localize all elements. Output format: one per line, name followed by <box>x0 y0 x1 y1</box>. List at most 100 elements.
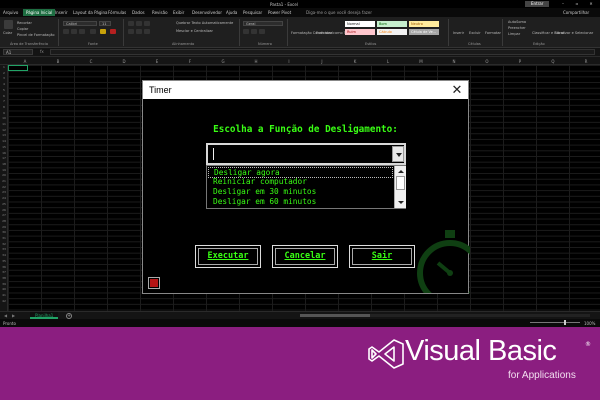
align-left-icon[interactable] <box>128 29 134 34</box>
row-header[interactable]: 35 <box>1 259 7 263</box>
zoom-slider[interactable] <box>530 320 580 325</box>
tab-dados[interactable]: Dados <box>132 10 145 15</box>
column-header[interactable]: N <box>449 59 459 64</box>
style-ruim[interactable]: Ruim <box>345 29 375 35</box>
tab-pagina-inicial[interactable]: Página Inicial <box>23 9 56 16</box>
row-header[interactable]: 9 <box>1 111 7 115</box>
column-header[interactable]: J <box>317 59 327 64</box>
insert-cells-button[interactable]: Inserir <box>453 31 464 35</box>
combo-dropdown-button[interactable] <box>392 146 404 162</box>
currency-icon[interactable] <box>243 29 249 34</box>
format-cells-button[interactable]: Formatar <box>485 31 501 35</box>
column-header[interactable]: O <box>482 59 492 64</box>
align-bottom-icon[interactable] <box>144 21 150 26</box>
maximize-icon[interactable]: ▫ <box>572 1 582 7</box>
font-color-icon[interactable] <box>110 29 116 34</box>
row-header[interactable]: 30 <box>1 230 7 234</box>
column-header[interactable]: E <box>152 59 162 64</box>
style-neutro[interactable]: Neutro <box>409 21 439 27</box>
shutdown-function-combobox[interactable] <box>206 143 406 165</box>
tell-me-search[interactable]: Diga-me o que você deseja fazer <box>306 10 372 15</box>
row-header[interactable]: 26 <box>1 208 7 212</box>
row-header[interactable]: 5 <box>1 88 7 92</box>
align-top-icon[interactable] <box>128 21 134 26</box>
row-header[interactable]: 32 <box>1 242 7 246</box>
font-size-select[interactable]: 11 <box>99 21 111 26</box>
borders-icon[interactable] <box>90 29 96 34</box>
row-header[interactable]: 29 <box>1 225 7 229</box>
execute-button[interactable]: Executar <box>195 245 261 268</box>
row-header[interactable]: 1 <box>1 65 7 69</box>
paste-icon[interactable] <box>4 20 13 29</box>
align-middle-icon[interactable] <box>136 21 142 26</box>
tab-power-pivot[interactable]: Power Pivot <box>268 10 291 15</box>
close-icon[interactable]: ✕ <box>586 1 596 7</box>
next-sheet-icon[interactable]: ▶ <box>12 313 15 318</box>
active-cell[interactable] <box>8 65 28 71</box>
shutdown-options-list[interactable]: Desligar agora Reiniciar computador Desl… <box>206 165 406 209</box>
font-name-select[interactable]: Calibri <box>63 21 97 26</box>
row-header[interactable]: 22 <box>1 185 7 189</box>
row-header[interactable]: 42 <box>1 299 7 303</box>
clear-button[interactable]: Limpar <box>508 32 520 36</box>
row-header[interactable]: 3 <box>1 76 7 80</box>
comma-icon[interactable] <box>259 29 265 34</box>
bold-icon[interactable] <box>63 29 69 34</box>
row-header[interactable]: 2 <box>1 71 7 75</box>
list-scrollbar[interactable] <box>394 166 406 208</box>
wrap-text-button[interactable]: Quebrar Texto Automaticamente <box>176 21 233 25</box>
tab-layout[interactable]: Layout da Página <box>73 10 107 15</box>
row-header[interactable]: 20 <box>1 173 7 177</box>
row-header[interactable]: 39 <box>1 282 7 286</box>
zoom-level[interactable]: 100% <box>584 321 595 326</box>
row-header[interactable]: 36 <box>1 265 7 269</box>
style-normal[interactable]: Normal <box>345 21 375 27</box>
column-header[interactable]: G <box>218 59 228 64</box>
column-header[interactable]: P <box>515 59 525 64</box>
row-header[interactable]: 4 <box>1 82 7 86</box>
minimize-icon[interactable]: – <box>558 1 568 7</box>
column-header[interactable]: H <box>251 59 261 64</box>
scroll-thumb[interactable] <box>300 314 370 317</box>
percent-icon[interactable] <box>251 29 257 34</box>
autosum-button[interactable]: AutoSoma <box>508 20 526 24</box>
italic-icon[interactable] <box>71 29 77 34</box>
tab-arquivo[interactable]: Arquivo <box>3 10 18 15</box>
row-header[interactable]: 41 <box>1 293 7 297</box>
fill-button[interactable]: Preencher <box>508 26 526 30</box>
list-item[interactable]: Reiniciar computador <box>213 177 307 186</box>
zoom-knob[interactable] <box>564 320 566 325</box>
row-header[interactable]: 34 <box>1 253 7 257</box>
horizontal-scrollbar[interactable] <box>300 314 590 317</box>
tab-exibir[interactable]: Exibir <box>173 10 184 15</box>
align-right-icon[interactable] <box>144 29 150 34</box>
prev-sheet-icon[interactable]: ◀ <box>4 313 7 318</box>
row-header[interactable]: 24 <box>1 196 7 200</box>
row-header[interactable]: 38 <box>1 276 7 280</box>
format-painter-button[interactable]: Pincel de Formatação <box>17 33 55 37</box>
copy-button[interactable]: Copiar <box>17 27 28 31</box>
column-header[interactable]: I <box>284 59 294 64</box>
column-header[interactable]: R <box>581 59 591 64</box>
row-header[interactable]: 18 <box>1 162 7 166</box>
row-header[interactable]: 37 <box>1 270 7 274</box>
column-header[interactable]: A <box>20 59 30 64</box>
dialog-titlebar[interactable]: Timer ✕ <box>143 81 468 99</box>
row-header[interactable]: 27 <box>1 213 7 217</box>
align-center-icon[interactable] <box>136 29 142 34</box>
row-header[interactable]: 6 <box>1 94 7 98</box>
column-header[interactable]: F <box>185 59 195 64</box>
style-celula-verificacao[interactable]: Célula de Ve... <box>409 29 439 35</box>
row-header[interactable]: 28 <box>1 219 7 223</box>
name-box[interactable]: A1 <box>3 49 33 55</box>
scroll-thumb[interactable] <box>396 176 405 190</box>
style-calculo[interactable]: Cálculo <box>377 29 407 35</box>
stop-icon[interactable] <box>148 277 160 289</box>
list-item[interactable]: Desligar em 60 minutos <box>213 197 316 206</box>
tab-ajuda[interactable]: Ajuda <box>226 10 237 15</box>
row-header[interactable]: 33 <box>1 247 7 251</box>
sheet-tab-planilha1[interactable]: Planilha1 <box>30 312 59 319</box>
tab-revisao[interactable]: Revisão <box>152 10 168 15</box>
row-header[interactable]: 15 <box>1 145 7 149</box>
column-header[interactable]: B <box>53 59 63 64</box>
